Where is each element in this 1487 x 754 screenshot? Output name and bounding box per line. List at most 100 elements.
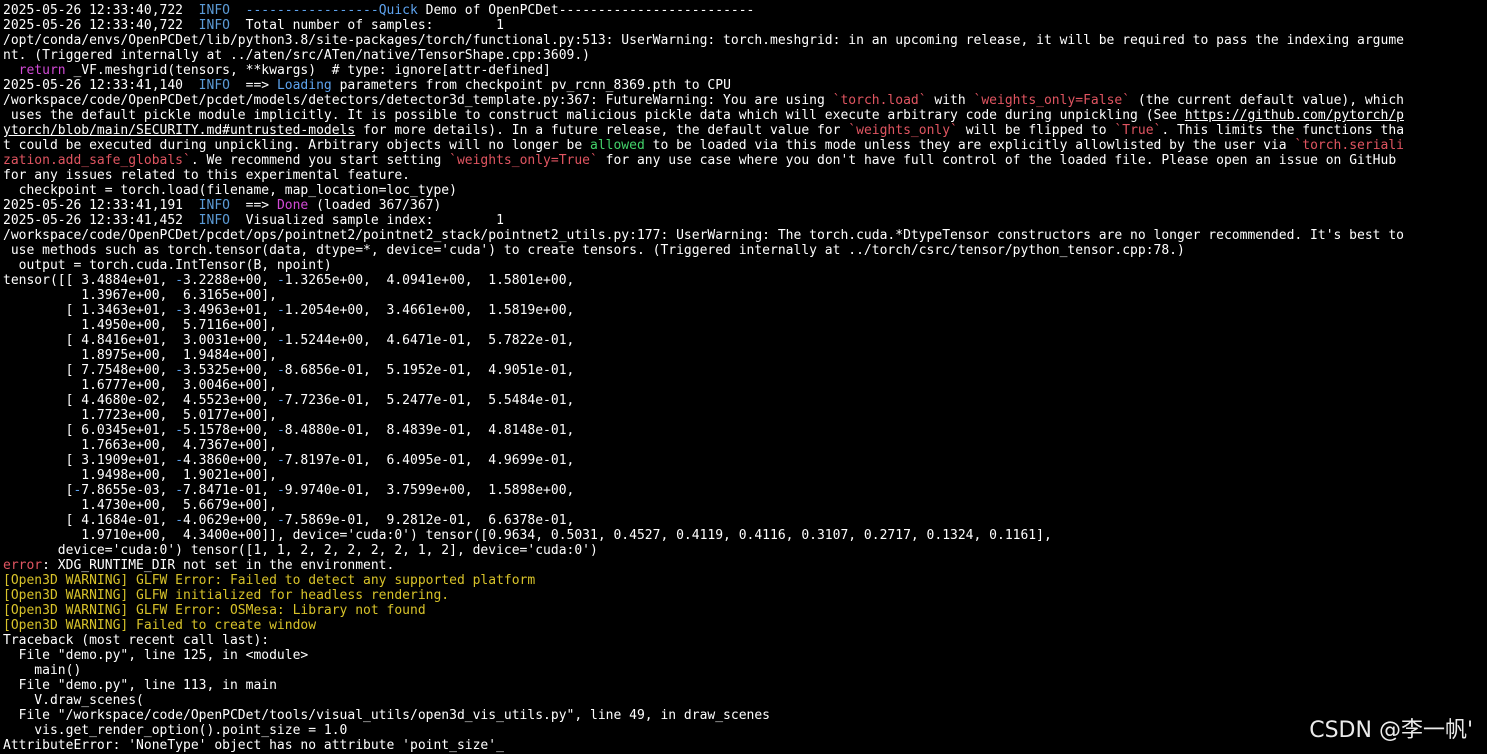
terminal-line: checkpoint = torch.load(filename, map_lo… [3, 183, 1487, 198]
terminal-line: [ 3.1909e+01, -4.3860e+00, -7.8197e-01, … [3, 453, 1487, 468]
terminal-text-segment: (loaded 367/367) [308, 198, 442, 213]
terminal-text-segment: zation.add_safe_globals` [3, 153, 191, 168]
terminal-link[interactable]: ytorch/blob/main/SECURITY.md#untrusted-m… [3, 123, 355, 138]
terminal-line: 2025-05-26 12:33:40,722 INFO -----------… [3, 3, 1487, 18]
terminal-text-segment: File "demo.py", line 113, in main [3, 678, 277, 693]
terminal-text-segment: - [276, 303, 285, 318]
terminal-line: 2025-05-26 12:33:41,191 INFO ==> Done (l… [3, 198, 1487, 213]
terminal-text-segment: 1.6777e+00, 3.0046e+00], [3, 378, 277, 393]
terminal-text-segment: - [175, 303, 184, 318]
terminal-text-segment: `weights_only=False` [973, 93, 1131, 108]
terminal-text-segment: - [276, 273, 285, 288]
terminal-line: output = torch.cuda.IntTensor(B, npoint) [3, 258, 1487, 273]
terminal-text-segment: 7.8197e-01, 6.4095e-01, 4.9699e-01, [284, 453, 575, 468]
terminal-text-segment: INFO [198, 3, 230, 18]
terminal-line: 1.7723e+00, 5.0177e+00], [3, 408, 1487, 423]
terminal-text-segment: 2025-05-26 12:33:41,140 [3, 78, 199, 93]
terminal-line: 1.4730e+00, 5.6679e+00], [3, 498, 1487, 513]
terminal-text-segment: 1.7663e+00, 4.7367e+00], [3, 438, 277, 453]
terminal-line: [ 4.1684e-01, -4.0629e+00, -7.5869e-01, … [3, 513, 1487, 528]
terminal-line: 2025-05-26 12:33:40,722 INFO Total numbe… [3, 18, 1487, 33]
terminal-text-segment: 1.9498e+00, 1.9021e+00], [3, 468, 277, 483]
terminal-line: 1.3967e+00, 6.3165e+00], [3, 288, 1487, 303]
terminal-line: [ 1.3463e+01, -3.4963e+01, -1.2054e+00, … [3, 303, 1487, 318]
terminal-text-segment: INFO [198, 213, 230, 228]
terminal-text-segment: INFO [198, 78, 230, 93]
terminal-text-segment: 3.5325e+00, [183, 363, 277, 378]
terminal-line: /opt/conda/envs/OpenPCDet/lib/python3.8/… [3, 33, 1487, 48]
terminal-text-segment: - [175, 423, 184, 438]
terminal-text-segment: 1.2054e+00, 3.4661e+00, 1.5819e+00, [284, 303, 575, 318]
terminal-line: [-7.8655e-03, -7.8471e-01, -9.9740e-01, … [3, 483, 1487, 498]
terminal-text-segment: ==> [229, 198, 277, 213]
terminal-line: tensor([[ 3.4884e+01, -3.2288e+00, -1.32… [3, 273, 1487, 288]
terminal-line: device='cuda:0') tensor([1, 1, 2, 2, 2, … [3, 543, 1487, 558]
terminal-text-segment: will be flipped to [957, 123, 1115, 138]
terminal-line: [ 6.0345e+01, -5.1578e+00, -8.4880e-01, … [3, 423, 1487, 438]
terminal-line: for any issues related to this experimen… [3, 168, 1487, 183]
terminal-text-segment: 3.2288e+00, [183, 273, 277, 288]
terminal-text-segment: [ 6.0345e+01, [3, 423, 176, 438]
terminal-text-segment: _VF.meshgrid(tensors, **kwargs) # type: … [65, 63, 551, 78]
terminal-line: 1.4950e+00, 5.7116e+00], [3, 318, 1487, 333]
terminal-text-segment: - [276, 333, 285, 348]
terminal-text-segment: - [175, 483, 184, 498]
terminal-text-segment: V.draw_scenes( [3, 693, 144, 708]
terminal-text-segment: Visualized sample index: 1 [229, 213, 504, 228]
terminal-text-segment: error [3, 558, 43, 573]
terminal-text-segment: - [276, 483, 285, 498]
terminal-text-segment: - [175, 513, 184, 528]
terminal-text-segment: 1.4950e+00, 5.7116e+00], [3, 318, 277, 333]
terminal-text-segment: - [276, 453, 285, 468]
terminal-text-segment: for any use case where you don't have fu… [597, 153, 1397, 168]
terminal-line: /workspace/code/OpenPCDet/pcdet/models/d… [3, 93, 1487, 108]
terminal-text-segment: - [175, 453, 184, 468]
terminal-text-segment: /workspace/code/OpenPCDet/pcdet/ops/poin… [3, 228, 1404, 243]
terminal-line: 1.6777e+00, 3.0046e+00], [3, 378, 1487, 393]
terminal-text-segment: vis.get_render_option().point_size = 1.0 [3, 723, 348, 738]
terminal-text-segment: 5.1578e+00, [183, 423, 277, 438]
terminal-text-segment: 8.4880e-01, 8.4839e-01, 4.8148e-01, [284, 423, 575, 438]
terminal-text-segment: 1.3967e+00, 6.3165e+00], [3, 288, 277, 303]
terminal-text-segment: - [175, 363, 184, 378]
terminal-text-segment: 9.9740e-01, 3.7599e+00, 1.5898e+00, [284, 483, 575, 498]
terminal-text-segment: AttributeError: 'NoneType' object has no… [3, 738, 504, 753]
terminal-text-segment: device='cuda:0') tensor([1, 1, 2, 2, 2, … [3, 543, 598, 558]
terminal-line: [Open3D WARNING] Failed to create window [3, 618, 1487, 633]
terminal-text-segment: parameters from checkpoint pv_rcnn_8369.… [331, 78, 731, 93]
terminal-line: 1.9710e+00, 4.3400e+00]], device='cuda:0… [3, 528, 1487, 543]
terminal-text-segment: [Open3D WARNING] GLFW initialized for he… [3, 588, 450, 603]
terminal-text-segment: - [276, 393, 285, 408]
terminal-line: [Open3D WARNING] GLFW Error: OSMesa: Lib… [3, 603, 1487, 618]
terminal-line: return _VF.meshgrid(tensors, **kwargs) #… [3, 63, 1487, 78]
terminal-text-segment: 3.4963e+01, [183, 303, 277, 318]
terminal-text-segment: INFO [198, 18, 230, 33]
terminal-text-segment: Loading [276, 78, 332, 93]
terminal-text-segment: 2025-05-26 12:33:40,722 [3, 18, 199, 33]
terminal-text-segment: [ 4.4680e-02, 4.5523e+00, [3, 393, 277, 408]
terminal-text-segment: - [276, 513, 285, 528]
terminal-text-segment: - [276, 423, 285, 438]
terminal-text-segment: 4.0629e+00, [183, 513, 277, 528]
terminal-text-segment: `weights_only=True` [449, 153, 598, 168]
terminal-text-segment: ==> [229, 78, 277, 93]
terminal-text-segment: File "/workspace/code/OpenPCDet/tools/vi… [3, 708, 771, 723]
terminal-text-segment: - [175, 273, 184, 288]
terminal-text-segment: `True` [1114, 123, 1162, 138]
terminal-line: Traceback (most recent call last): [3, 633, 1487, 648]
terminal-line: 2025-05-26 12:33:41,140 INFO ==> Loading… [3, 78, 1487, 93]
terminal-link[interactable]: https://github.com/pytorch/p [1185, 108, 1404, 123]
terminal-line: main() [3, 663, 1487, 678]
terminal-text-segment: [ 4.1684e-01, [3, 513, 176, 528]
terminal-text-segment: use methods such as torch.tensor(data, d… [3, 243, 1185, 258]
terminal-text-segment: main() [3, 663, 82, 678]
terminal-text-segment: nt. (Triggered internally at ../aten/src… [3, 48, 590, 63]
terminal-text-segment: 7.5869e-01, 9.2812e-01, 6.6378e-01, [284, 513, 575, 528]
terminal-text-segment: allowed [590, 138, 645, 153]
terminal-text-segment: - [276, 363, 285, 378]
csdn-watermark: CSDN @李一帆' [1309, 718, 1473, 743]
terminal-text-segment: /opt/conda/envs/OpenPCDet/lib/python3.8/… [3, 33, 1404, 48]
terminal-text-segment: 7.7236e-01, 5.2477e-01, 5.5484e-01, [284, 393, 575, 408]
terminal-line: V.draw_scenes( [3, 693, 1487, 708]
